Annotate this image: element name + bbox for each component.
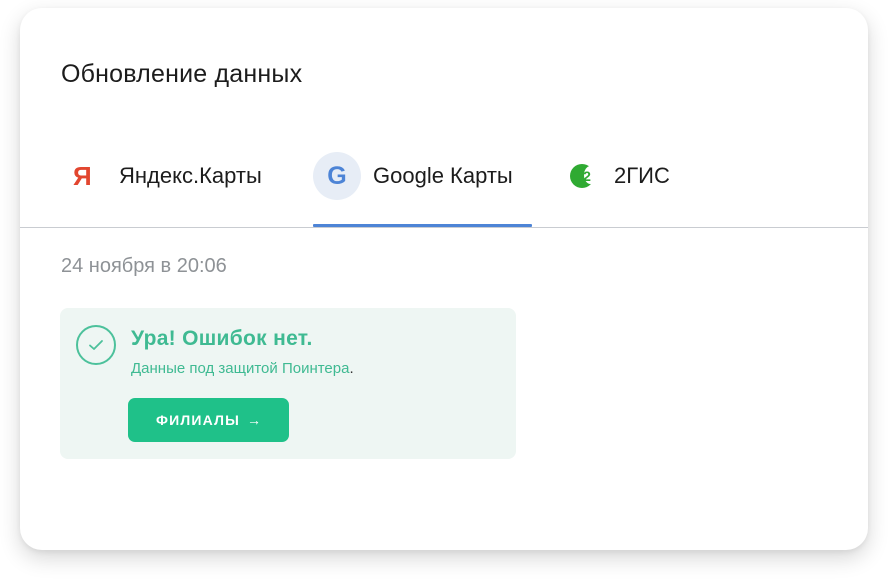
branches-button[interactable]: ФИЛИАЛЫ → xyxy=(128,398,289,442)
branches-button-label: ФИЛИАЛЫ xyxy=(155,412,241,428)
yandex-icon: Я xyxy=(61,152,107,200)
2gis-icon-glyph: 2 xyxy=(583,168,591,184)
yandex-icon-glyph: Я xyxy=(73,160,92,191)
check-circle-icon xyxy=(76,325,116,365)
data-update-panel: Обновление данных Я Яндекс.Карты G Googl… xyxy=(20,8,868,550)
check-icon xyxy=(89,340,103,350)
google-icon-glyph: G xyxy=(327,161,347,190)
source-tabs: Я Яндекс.Карты G Google Карты 2 2ГИС xyxy=(20,138,868,228)
status-subtitle-text: Данные под защитой Поинтера xyxy=(131,360,350,377)
status-title: Ура! Ошибок нет. xyxy=(131,327,313,350)
arrow-right-icon: → xyxy=(247,412,262,428)
tab-google-maps[interactable]: G Google Карты xyxy=(313,152,532,228)
tab-yandex-maps[interactable]: Я Яндекс.Карты xyxy=(61,152,262,228)
tabs-divider xyxy=(20,227,868,228)
status-success-card: Ура! Ошибок нет. Данные под защитой Поин… xyxy=(60,308,516,459)
tab-2gis[interactable]: 2 2ГИС xyxy=(564,152,670,228)
panel-title: Обновление данных xyxy=(61,60,303,88)
tab-google-maps-label: Google Карты xyxy=(373,163,513,188)
status-subtitle-period: . xyxy=(349,360,354,377)
last-update-timestamp: 24 ноября в 20:06 xyxy=(61,255,227,277)
status-subtitle: Данные под защитой Поинтера. xyxy=(131,360,354,377)
2gis-icon: 2 xyxy=(564,152,608,200)
2gis-icon-circle: 2 xyxy=(570,164,597,188)
google-icon: G xyxy=(313,152,361,200)
tab-yandex-maps-label: Яндекс.Карты xyxy=(119,163,262,188)
tab-2gis-label: 2ГИС xyxy=(614,163,670,188)
